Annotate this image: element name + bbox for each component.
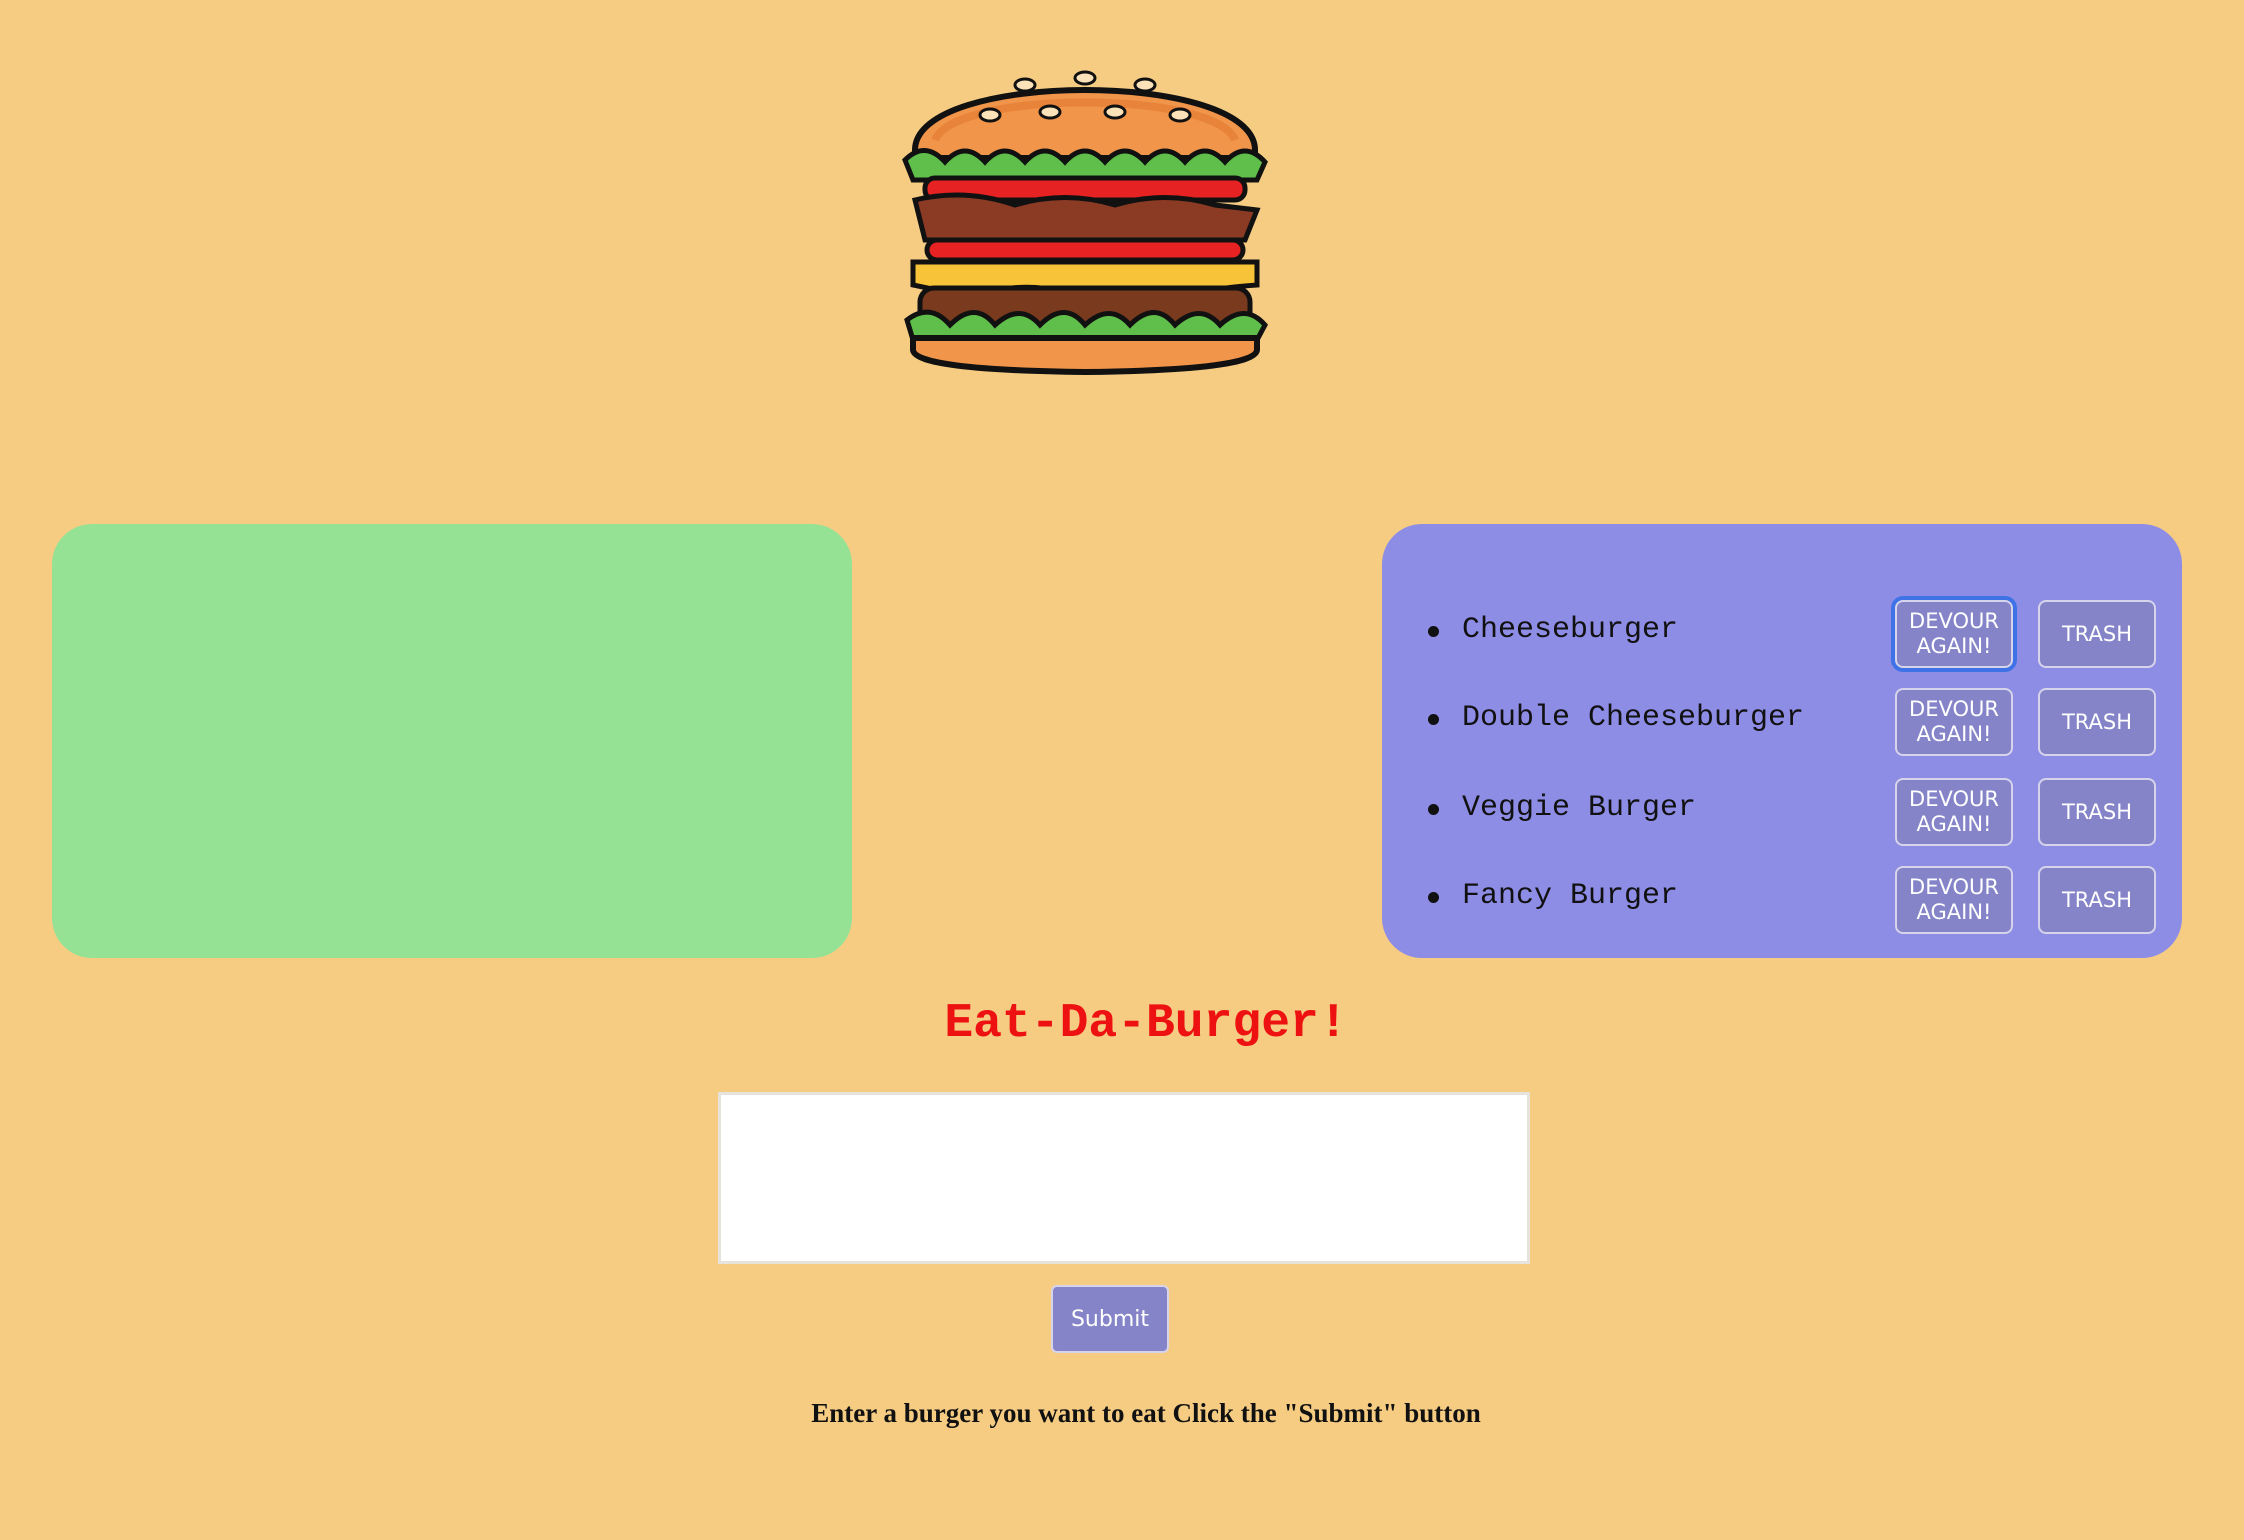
devoured-panel bbox=[52, 524, 852, 958]
list-item: Double Cheeseburger DEVOUR AGAIN! TRASH bbox=[1382, 688, 2182, 756]
list-item: Fancy Burger DEVOUR AGAIN! TRASH bbox=[1382, 866, 2182, 934]
bullet-icon bbox=[1428, 804, 1439, 815]
bullet-icon bbox=[1428, 714, 1439, 725]
devour-again-button[interactable]: DEVOUR AGAIN! bbox=[1895, 866, 2013, 934]
burger-list-panel: Cheeseburger DEVOUR AGAIN! TRASH Double … bbox=[1382, 524, 2182, 958]
trash-button[interactable]: TRASH bbox=[2038, 778, 2156, 846]
trash-button[interactable]: TRASH bbox=[2038, 600, 2156, 668]
bullet-icon bbox=[1428, 892, 1439, 903]
trash-button[interactable]: TRASH bbox=[2038, 866, 2156, 934]
instructions-text: Enter a burger you want to eat Click the… bbox=[0, 1395, 2244, 1431]
burger-name: Cheeseburger bbox=[1462, 613, 1679, 647]
list-item: Veggie Burger DEVOUR AGAIN! TRASH bbox=[1382, 778, 2182, 846]
burger-name: Double Cheeseburger bbox=[1462, 701, 1805, 735]
devour-again-button[interactable]: DEVOUR AGAIN! bbox=[1895, 778, 2013, 846]
burger-name: Veggie Burger bbox=[1462, 791, 1697, 825]
burger-logo bbox=[885, 40, 1285, 380]
devour-again-button[interactable]: DEVOUR AGAIN! bbox=[1895, 600, 2013, 668]
page-title-text: Eat-Da-Burger! bbox=[944, 997, 1348, 1051]
list-item: Cheeseburger DEVOUR AGAIN! TRASH bbox=[1382, 600, 2182, 668]
burger-name-input[interactable] bbox=[718, 1092, 1530, 1264]
devour-again-button[interactable]: DEVOUR AGAIN! bbox=[1895, 688, 2013, 756]
trash-button[interactable]: TRASH bbox=[2038, 688, 2156, 756]
burger-name: Fancy Burger bbox=[1462, 879, 1679, 913]
burger-list: Cheeseburger DEVOUR AGAIN! TRASH Double … bbox=[1382, 524, 2182, 958]
instructions-label: Enter a burger you want to eat Click the… bbox=[811, 1398, 1481, 1428]
page-title: Eat-Da-Burger! bbox=[0, 996, 2244, 1052]
submit-button[interactable]: Submit bbox=[1051, 1285, 1169, 1353]
bullet-icon bbox=[1428, 626, 1439, 637]
burger-icon bbox=[902, 70, 1269, 376]
